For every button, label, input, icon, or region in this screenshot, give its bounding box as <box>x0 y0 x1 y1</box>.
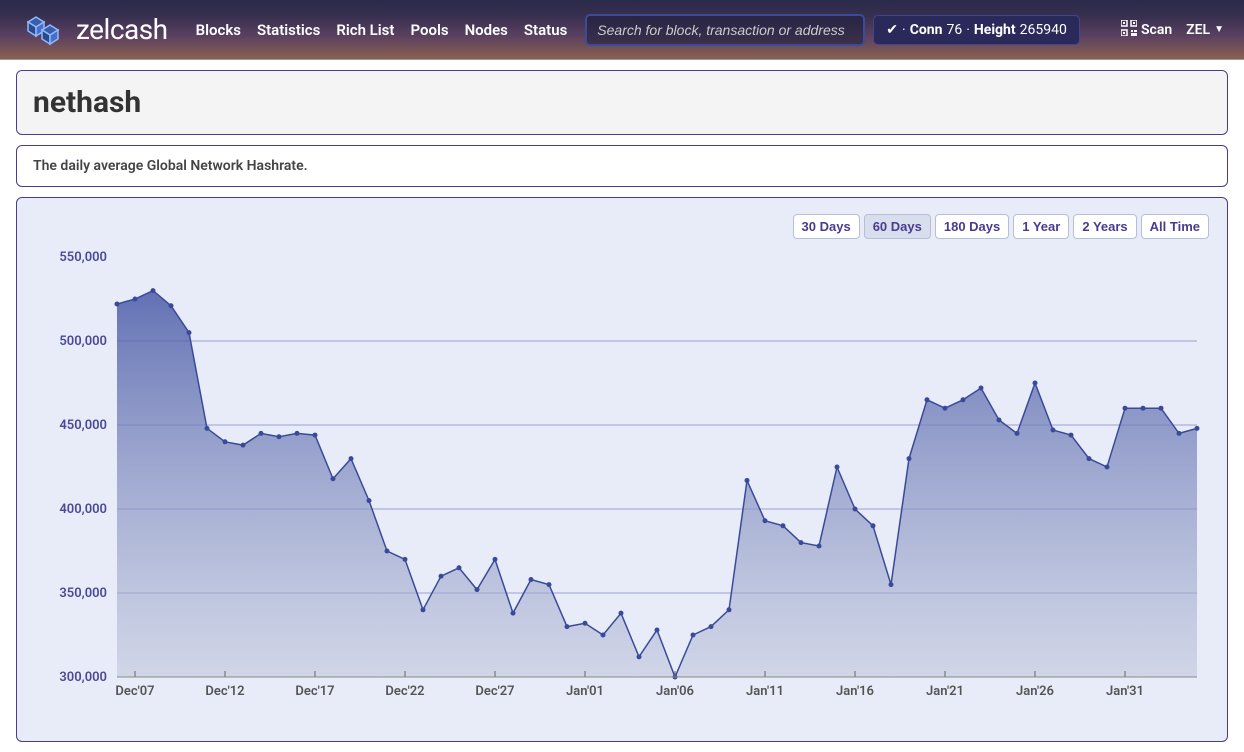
nav-statistics[interactable]: Statistics <box>257 21 320 39</box>
svg-text:350,000: 350,000 <box>59 586 107 601</box>
svg-text:Jan'21: Jan'21 <box>926 684 964 699</box>
range-btn-180-days[interactable]: 180 Days <box>935 214 1009 239</box>
conn-label: Conn <box>910 22 943 38</box>
hashrate-chart: 300,000 350,000 400,000 450,000 500,000 550,0… <box>35 247 1209 707</box>
qr-icon <box>1121 20 1137 40</box>
scan-label: Scan <box>1141 22 1172 38</box>
title-panel: nethash <box>16 70 1228 135</box>
svg-text:Jan'31: Jan'31 <box>1106 684 1144 699</box>
svg-text:Jan'26: Jan'26 <box>1016 684 1054 699</box>
brand-logo[interactable]: zelcash <box>20 12 168 48</box>
conn-value: 76 <box>946 22 962 38</box>
desc-panel: The daily average Global Network Hashrat… <box>16 145 1228 187</box>
svg-text:Dec'12: Dec'12 <box>205 684 244 699</box>
nav-pools[interactable]: Pools <box>410 21 448 39</box>
status-pill[interactable]: ✔ · Conn 76 · Height 265940 <box>873 15 1080 45</box>
nav-nodes[interactable]: Nodes <box>465 21 508 39</box>
svg-text:Dec'07: Dec'07 <box>115 684 154 699</box>
svg-text:550,000: 550,000 <box>59 250 107 265</box>
page-desc: The daily average Global Network Hashrat… <box>17 146 1227 186</box>
svg-text:Jan'11: Jan'11 <box>746 684 784 699</box>
range-button-group: 30 Days60 Days180 Days1 Year2 YearsAll T… <box>35 214 1209 239</box>
currency-label: ZEL <box>1186 22 1210 38</box>
range-btn-1-year[interactable]: 1 Year <box>1013 214 1069 239</box>
cube-icon <box>20 12 68 48</box>
height-label: Height <box>974 22 1016 38</box>
nav-blocks[interactable]: Blocks <box>196 21 241 39</box>
svg-text:Jan'01: Jan'01 <box>566 684 604 699</box>
svg-text:Dec'27: Dec'27 <box>475 684 514 699</box>
search-input[interactable] <box>585 14 865 46</box>
nav-richlist[interactable]: Rich List <box>336 21 394 39</box>
page-title: nethash <box>17 71 1227 134</box>
range-btn-all-time[interactable]: All Time <box>1141 214 1209 239</box>
range-btn-30-days[interactable]: 30 Days <box>793 214 860 239</box>
currency-dropdown[interactable]: ZEL ▼ <box>1186 22 1224 38</box>
navbar: zelcash Blocks Statistics Rich List Pool… <box>0 0 1244 60</box>
svg-text:Dec'22: Dec'22 <box>385 684 424 699</box>
svg-text:400,000: 400,000 <box>59 502 107 517</box>
svg-text:Jan'16: Jan'16 <box>836 684 874 699</box>
nav-links: Blocks Statistics Rich List Pools Nodes … <box>196 21 568 39</box>
svg-text:500,000: 500,000 <box>59 334 107 349</box>
chart-panel: 30 Days60 Days180 Days1 Year2 YearsAll T… <box>16 197 1228 742</box>
nav-status[interactable]: Status <box>524 21 567 39</box>
chevron-down-icon: ▼ <box>1214 24 1224 35</box>
scan-button[interactable]: Scan <box>1121 20 1172 40</box>
svg-text:Jan'06: Jan'06 <box>656 684 694 699</box>
brand-text: zelcash <box>76 13 168 46</box>
range-btn-2-years[interactable]: 2 Years <box>1073 214 1136 239</box>
range-btn-60-days[interactable]: 60 Days <box>864 214 931 239</box>
svg-text:300,000: 300,000 <box>59 670 107 685</box>
svg-text:450,000: 450,000 <box>59 418 107 433</box>
height-value: 265940 <box>1020 22 1067 38</box>
svg-text:Dec'17: Dec'17 <box>295 684 334 699</box>
check-icon: ✔ <box>886 22 898 38</box>
